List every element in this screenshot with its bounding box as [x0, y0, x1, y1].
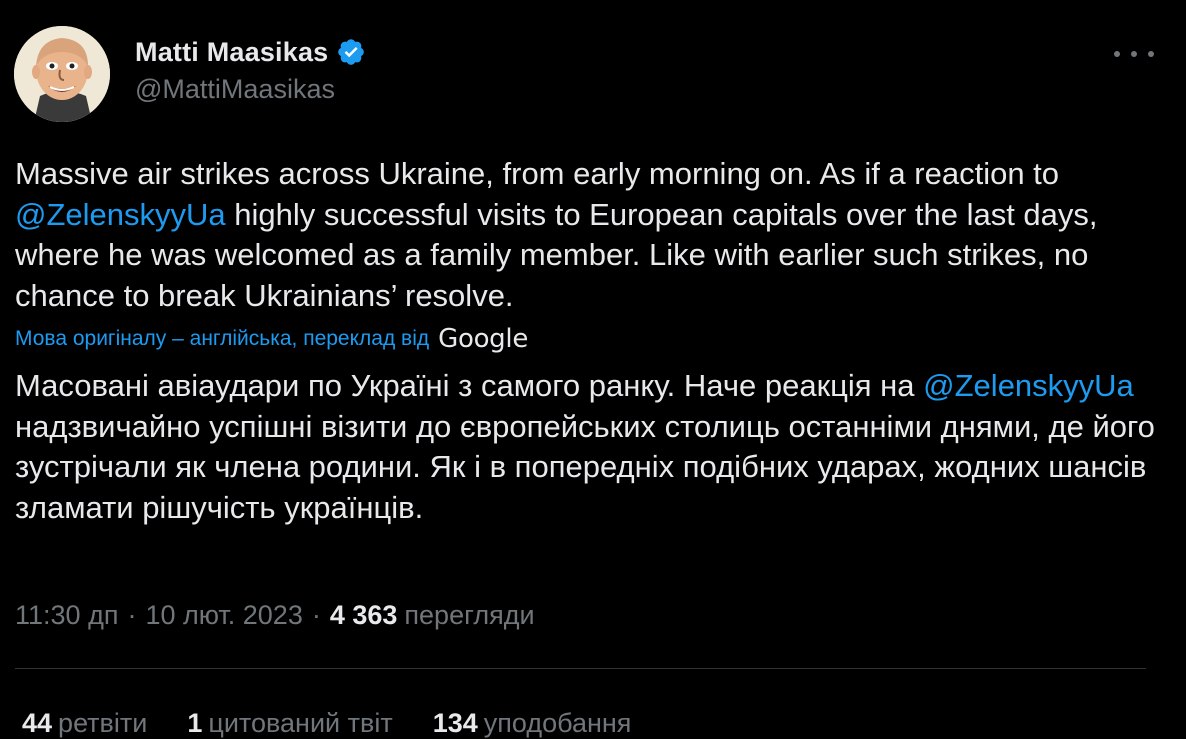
google-logo: Google	[438, 324, 529, 354]
likes-count: 134	[432, 708, 478, 738]
divider	[15, 668, 1146, 669]
tweet-date[interactable]: 10 лют. 2023	[145, 600, 302, 631]
translated-mention-link[interactable]: @ZelenskyyUa	[923, 368, 1134, 403]
more-dots-icon	[1114, 51, 1120, 57]
retweets-count: 44	[22, 708, 53, 738]
views-label: перегляди	[404, 600, 535, 630]
tweet-detail: Matti Maasikas @MattiMaasikas Massive ai…	[0, 0, 1186, 738]
more-dot	[1148, 51, 1154, 57]
author-display-name[interactable]: Matti Maasikas	[135, 37, 328, 68]
more-options-button[interactable]	[1114, 42, 1154, 66]
translated-text-part: Масовані авіаудари по Україні з самого р…	[15, 368, 924, 403]
translation-note: Мова оригіналу – англійська, переклад ві…	[15, 323, 528, 355]
avatar[interactable]	[14, 26, 110, 122]
likes-stat[interactable]: 134 уподобання	[433, 708, 632, 739]
tweet-text: Massive air strikes across Ukraine, from…	[15, 154, 1155, 316]
translated-text: Масовані авіаудари по Україні з самого р…	[15, 366, 1165, 528]
engagement-stats: 44 ретвіти 1 цитований твіт 134 уподобання	[22, 708, 671, 739]
quotes-label: цитований твіт	[208, 708, 393, 738]
meta-separator: ·	[311, 600, 321, 630]
tweet-meta: 11:30 дп · 10 лют. 2023 · 4 363 перегляд…	[15, 600, 535, 631]
translation-link[interactable]: Мова оригіналу – англійська, переклад ві…	[15, 327, 429, 351]
retweets-stat[interactable]: 44 ретвіти	[22, 708, 147, 739]
quotes-stat[interactable]: 1 цитований твіт	[187, 708, 392, 739]
verified-badge-icon	[336, 37, 366, 67]
more-dot	[1131, 51, 1137, 57]
meta-separator: ·	[127, 600, 137, 630]
author-name-row: Matti Maasikas	[135, 34, 366, 70]
avatar-caricature-icon	[14, 26, 110, 122]
author-handle[interactable]: @MattiMaasikas	[135, 74, 366, 105]
quotes-count: 1	[187, 708, 203, 738]
translated-text-part: надзвичайно успішні візити до європейськ…	[15, 408, 1155, 525]
mention-link[interactable]: @ZelenskyyUa	[15, 197, 226, 232]
views-count: 4 363	[329, 600, 398, 630]
tweet-time[interactable]: 11:30 дп	[15, 600, 118, 631]
tweet-text-part: Massive air strikes across Ukraine, from…	[15, 156, 1060, 191]
author-block: Matti Maasikas @MattiMaasikas	[135, 34, 366, 105]
retweets-label: ретвіти	[58, 708, 148, 738]
likes-label: уподобання	[483, 708, 632, 738]
